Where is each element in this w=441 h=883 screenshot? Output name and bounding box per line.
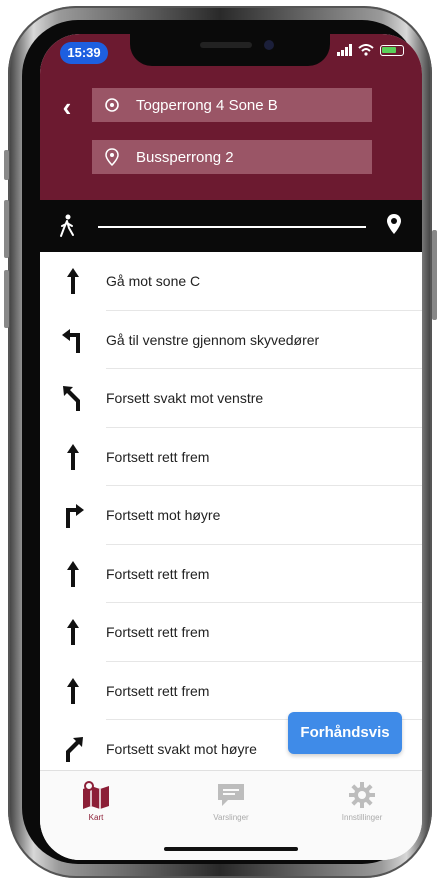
- tab-notifications[interactable]: Varslinger: [181, 779, 281, 822]
- progress-line: [98, 226, 366, 228]
- tab-bar: Kart Varslinger Innstillinger: [40, 770, 422, 860]
- direction-item[interactable]: Fortsett mot høyre: [40, 486, 422, 545]
- message-icon: [181, 779, 281, 811]
- tab-map[interactable]: Kart: [46, 779, 146, 822]
- origin-circle-icon: [102, 95, 122, 115]
- arrow-straight-icon: [67, 443, 79, 470]
- destination-pin-icon: [387, 214, 401, 234]
- to-location-field[interactable]: Bussperrong 2: [92, 140, 372, 174]
- home-indicator[interactable]: [164, 847, 298, 851]
- map-icon: [46, 779, 146, 811]
- direction-item[interactable]: Fortsett rett frem: [40, 428, 422, 486]
- battery-icon: [380, 44, 404, 56]
- from-location-field[interactable]: Togperrong 4 Sone B: [92, 88, 372, 122]
- status-time: 15:39: [60, 42, 108, 64]
- to-location-text: Bussperrong 2: [136, 148, 234, 166]
- volume-down-button: [4, 270, 9, 328]
- tab-label: Kart: [88, 813, 104, 822]
- signal-icon: [337, 44, 352, 56]
- direction-item[interactable]: Fortsett rett frem: [40, 603, 422, 662]
- gear-icon: [312, 779, 412, 811]
- direction-item[interactable]: Gå mot sone C: [40, 252, 422, 311]
- arrow-turn-right-icon: [66, 504, 84, 529]
- direction-item[interactable]: Fortsett rett frem: [40, 545, 422, 603]
- direction-text: Gå til venstre gjennom skyvedører: [106, 331, 320, 348]
- direction-text: Forsett svakt mot venstre: [106, 390, 264, 407]
- direction-text: Fortsett rett frem: [106, 448, 210, 465]
- arrow-turn-left-icon: [62, 328, 80, 353]
- direction-text: Fortsett rett frem: [106, 682, 210, 699]
- speaker: [200, 42, 252, 48]
- direction-item[interactable]: Gå til venstre gjennom skyvedører: [40, 311, 422, 369]
- arrow-straight-icon: [67, 560, 79, 587]
- direction-text: Fortsett svakt mot høyre: [106, 741, 257, 758]
- notch: [130, 34, 330, 66]
- from-location-text: Togperrong 4 Sone B: [136, 96, 278, 114]
- arrow-straight-icon: [67, 677, 79, 704]
- direction-text: Fortsett rett frem: [106, 565, 210, 582]
- front-camera: [264, 40, 274, 50]
- mute-switch: [4, 150, 9, 180]
- direction-text: Fortsett rett frem: [106, 624, 210, 641]
- tab-label: Varslinger: [213, 813, 249, 822]
- volume-up-button: [4, 200, 9, 258]
- phone-screen: 15:39 ‹ Togperrong 4 Sone B Bussperrong: [40, 34, 422, 860]
- directions-list: Gå mot sone C Gå til venstre gjennom sky…: [40, 252, 422, 770]
- route-progress-bar: [40, 200, 422, 252]
- direction-item[interactable]: Forsett svakt mot venstre: [40, 369, 422, 428]
- wifi-icon: [358, 44, 374, 56]
- direction-text: Fortsett mot høyre: [106, 507, 221, 524]
- direction-text: Gå mot sone C: [106, 273, 201, 290]
- tab-label: Innstillinger: [341, 813, 383, 822]
- power-button: [432, 230, 437, 320]
- preview-button[interactable]: Forhåndsvis: [288, 712, 402, 754]
- walking-person-icon: [60, 214, 74, 237]
- tab-settings[interactable]: Innstillinger: [312, 779, 412, 822]
- back-button[interactable]: ‹: [56, 92, 78, 122]
- destination-pin-icon: [102, 147, 122, 167]
- arrow-straight-icon: [67, 268, 79, 295]
- arrow-straight-icon: [67, 619, 79, 646]
- status-icons: [337, 44, 404, 56]
- arrow-slight-right-icon: [66, 737, 83, 763]
- arrow-slight-left-icon: [63, 386, 80, 412]
